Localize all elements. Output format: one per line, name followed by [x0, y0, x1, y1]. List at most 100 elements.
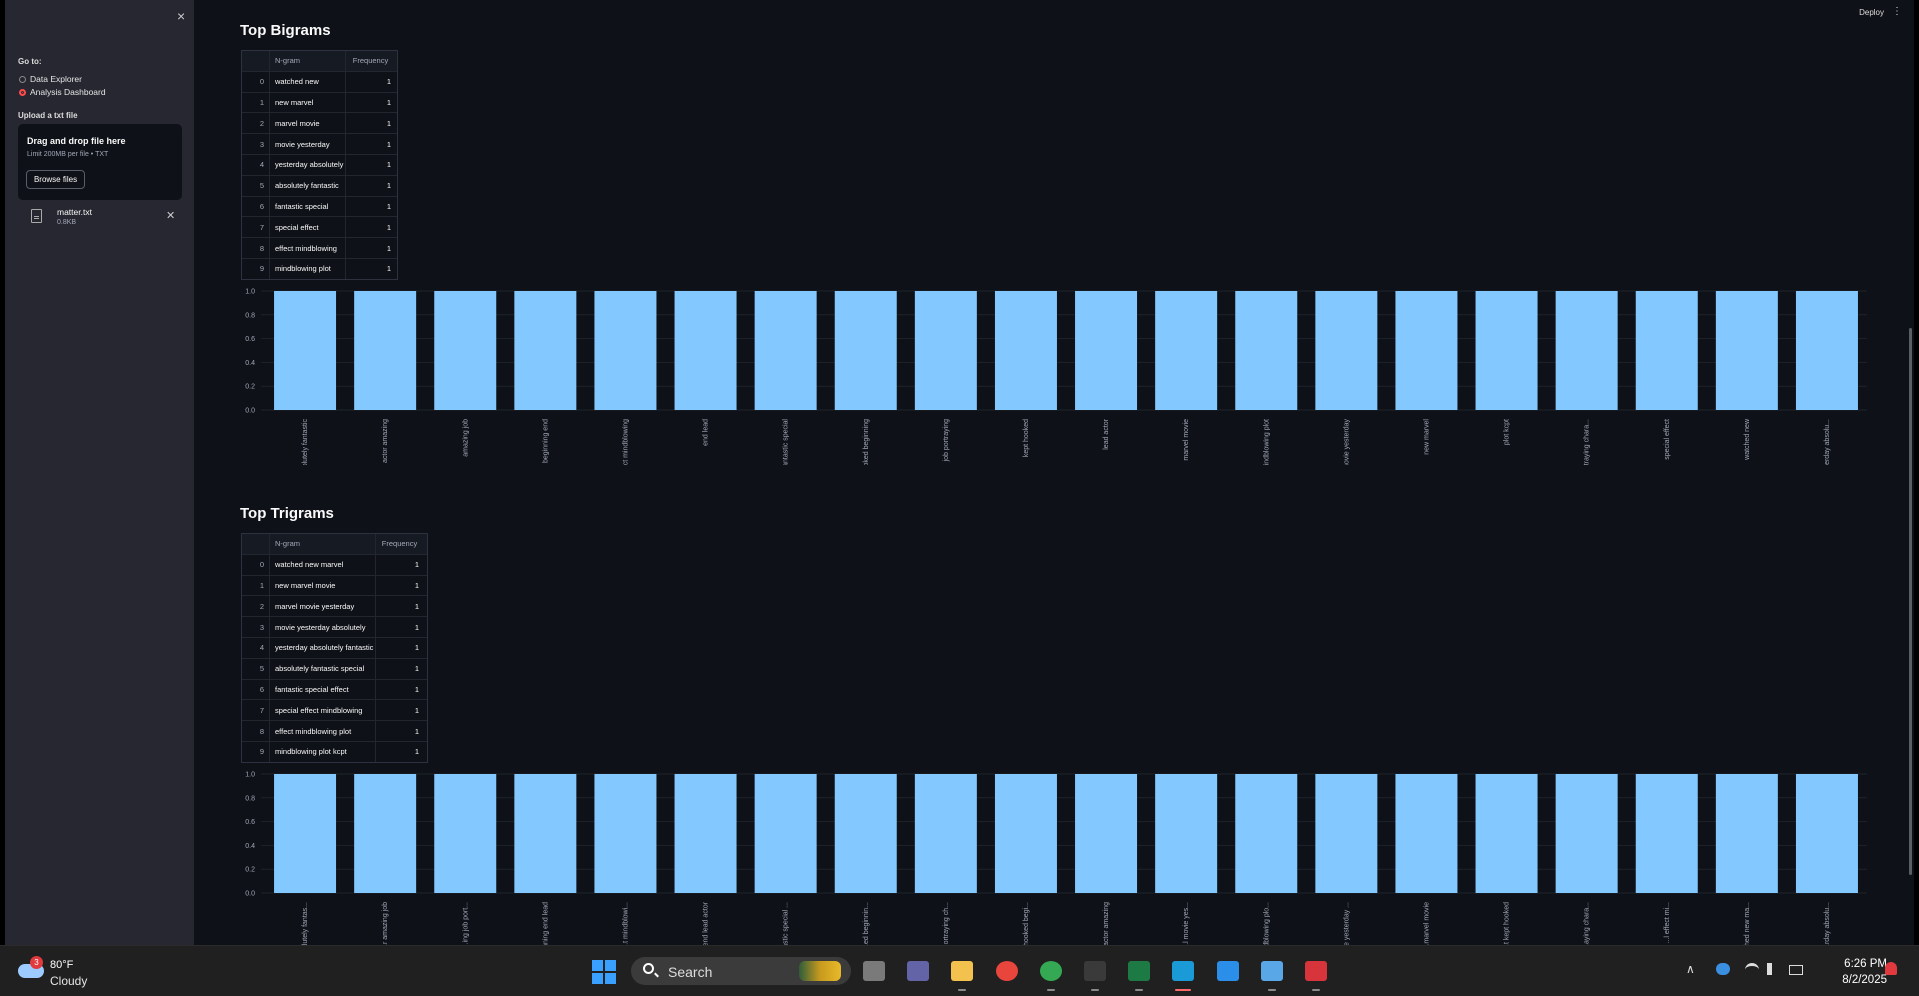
task-view-taskbar-button[interactable]	[859, 956, 889, 986]
chrome-profile-taskbar-button[interactable]	[1036, 956, 1066, 986]
tray-overflow-icon[interactable]: ∧	[1686, 962, 1695, 976]
deploy-button[interactable]: Deploy	[1859, 8, 1884, 17]
onedrive-icon[interactable]	[1716, 963, 1730, 975]
excel-taskbar-button[interactable]	[1124, 956, 1154, 986]
ngram-cell[interactable]: effect mindblowing plot	[270, 721, 376, 741]
ngram-cell[interactable]: mindblowing plot	[270, 258, 346, 279]
table-row[interactable]: 0 watched new 1	[242, 71, 397, 93]
nav-option-data-explorer[interactable]: Data Explorer	[19, 74, 82, 84]
weather-widget[interactable]: 3 80°F Cloudy	[18, 956, 138, 988]
frequency-cell[interactable]: 1	[346, 259, 395, 279]
bar	[434, 774, 497, 893]
teams-taskbar-button[interactable]	[903, 956, 933, 986]
ngram-cell[interactable]: new marvel	[270, 92, 346, 113]
frequency-cell[interactable]: 1	[376, 576, 423, 596]
header-frequency[interactable]: Frequency	[376, 534, 423, 554]
frequency-cell[interactable]: 1	[376, 700, 423, 720]
table-row[interactable]: 3 movie yesterday 1	[242, 134, 397, 155]
table-row[interactable]: 2 marvel movie yesterday 1	[242, 596, 427, 618]
table-row[interactable]: 8 effect mindblowing plot 1	[242, 721, 427, 742]
table-row[interactable]: 3 movie yesterday absolutely 1	[242, 617, 427, 638]
frequency-cell[interactable]: 1	[346, 238, 395, 258]
notepad-taskbar-button[interactable]	[1257, 956, 1287, 986]
table-row[interactable]: 6 fantastic special 1	[242, 196, 397, 218]
ngram-cell[interactable]: special effect	[270, 217, 346, 238]
frequency-cell[interactable]: 1	[346, 72, 395, 92]
frequency-cell[interactable]: 1	[376, 721, 423, 741]
frequency-cell[interactable]: 1	[376, 659, 423, 679]
header-frequency[interactable]: Frequency	[346, 51, 395, 71]
file-dropzone[interactable]: Drag and drop file here Limit 200MB per …	[18, 124, 182, 200]
volume-icon[interactable]	[1767, 963, 1778, 975]
ngram-cell[interactable]: movie yesterday absolutely	[270, 617, 376, 637]
ngram-cell[interactable]: yesterday absolutely fantastic	[270, 637, 376, 658]
frequency-cell[interactable]: 1	[346, 134, 395, 154]
table-row[interactable]: 7 special effect mindblowing 1	[242, 700, 427, 722]
table-row[interactable]: 8 effect mindblowing 1	[242, 238, 397, 259]
table-row[interactable]: 5 absolutely fantastic 1	[242, 175, 397, 197]
notification-bell-icon[interactable]	[1885, 962, 1897, 975]
edge-taskbar-button[interactable]	[1168, 956, 1198, 986]
ngram-cell[interactable]: mindblowing plot kcpt	[270, 741, 376, 762]
ngram-cell[interactable]: fantastic special effect	[270, 679, 376, 700]
battery-icon[interactable]	[1789, 965, 1803, 975]
frequency-cell[interactable]: 1	[376, 596, 423, 616]
chrome-taskbar-button[interactable]	[992, 956, 1022, 986]
vscode-taskbar-button[interactable]	[1213, 956, 1243, 986]
system-clock[interactable]: 6:26 PM 8/2/2025	[1825, 956, 1887, 988]
table-row[interactable]: 2 marvel movie 1	[242, 113, 397, 135]
table-row[interactable]: 4 yesterday absolutely fantastic 1	[242, 637, 427, 659]
taskbar-search[interactable]: Search	[631, 957, 851, 985]
frequency-cell[interactable]: 1	[346, 197, 395, 217]
ngram-cell[interactable]: marvel movie	[270, 113, 346, 134]
table-row[interactable]: 1 new marvel movie 1	[242, 575, 427, 597]
frequency-cell[interactable]: 1	[346, 113, 395, 133]
ngram-cell[interactable]: yesterday absolutely	[270, 154, 346, 175]
ngram-cell[interactable]: fantastic special	[270, 196, 346, 217]
ngram-cell[interactable]: new marvel movie	[270, 575, 376, 596]
ngram-cell[interactable]: special effect mindblowing	[270, 700, 376, 721]
browse-files-button[interactable]: Browse files	[26, 170, 85, 189]
nav-option-analysis-dashboard[interactable]: Analysis Dashboard	[19, 87, 106, 97]
frequency-cell[interactable]: 1	[346, 155, 395, 175]
bar	[1635, 291, 1698, 410]
ngram-cell[interactable]: watched new marvel	[270, 554, 376, 575]
table-row[interactable]: 4 yesterday absolutely 1	[242, 154, 397, 176]
frequency-cell[interactable]: 1	[376, 742, 423, 762]
x-tick-label: ...dblowing plo...	[1263, 902, 1270, 945]
table-row[interactable]: 5 absolutely fantastic special 1	[242, 658, 427, 680]
trigrams-table[interactable]: N-gram Frequency 0 watched new marvel 1 1 new …	[241, 533, 428, 763]
frequency-cell[interactable]: 1	[346, 93, 395, 113]
ngram-cell[interactable]: watched new	[270, 71, 346, 92]
header-ngram[interactable]: N-gram	[270, 534, 376, 554]
remove-file-icon[interactable]: ✕	[166, 209, 175, 222]
table-row[interactable]: 9 mindblowing plot kcpt 1	[242, 741, 427, 762]
table-row[interactable]: 1 new marvel 1	[242, 92, 397, 114]
table-row[interactable]: 0 watched new marvel 1	[242, 554, 427, 576]
ngram-cell[interactable]: effect mindblowing	[270, 238, 346, 258]
ngram-cell[interactable]: absolutely fantastic special	[270, 658, 376, 679]
ngram-cell[interactable]: movie yesterday	[270, 134, 346, 154]
wifi-icon[interactable]	[1745, 963, 1759, 978]
frequency-cell[interactable]: 1	[376, 555, 423, 575]
frequency-cell[interactable]: 1	[376, 617, 423, 637]
table-row[interactable]: 6 fantastic special effect 1	[242, 679, 427, 701]
scrollbar-thumb[interactable]	[1909, 328, 1912, 875]
table-row[interactable]: 9 mindblowing plot 1	[242, 258, 397, 279]
ngram-cell[interactable]: absolutely fantastic	[270, 175, 346, 196]
table-row[interactable]: 7 special effect 1	[242, 217, 397, 239]
sidebar-close-icon[interactable]: ×	[177, 8, 185, 24]
frequency-cell[interactable]: 1	[376, 638, 423, 658]
snipping-tool-taskbar-button[interactable]	[1301, 956, 1331, 986]
ngram-cell[interactable]: marvel movie yesterday	[270, 596, 376, 617]
header-ngram[interactable]: N-gram	[270, 51, 346, 71]
windows-start-icon[interactable]	[592, 960, 616, 984]
main-menu-icon[interactable]: ⋮	[1892, 6, 1902, 17]
file-explorer-taskbar-button[interactable]	[947, 956, 977, 986]
frequency-cell[interactable]: 1	[376, 680, 423, 700]
y-tick-label: 0.2	[245, 867, 255, 874]
frequency-cell[interactable]: 1	[346, 176, 395, 196]
bigrams-table[interactable]: N-gram Frequency 0 watched new 1 1 new marvel 1…	[241, 50, 398, 280]
terminal-taskbar-button[interactable]	[1080, 956, 1110, 986]
frequency-cell[interactable]: 1	[346, 217, 395, 237]
